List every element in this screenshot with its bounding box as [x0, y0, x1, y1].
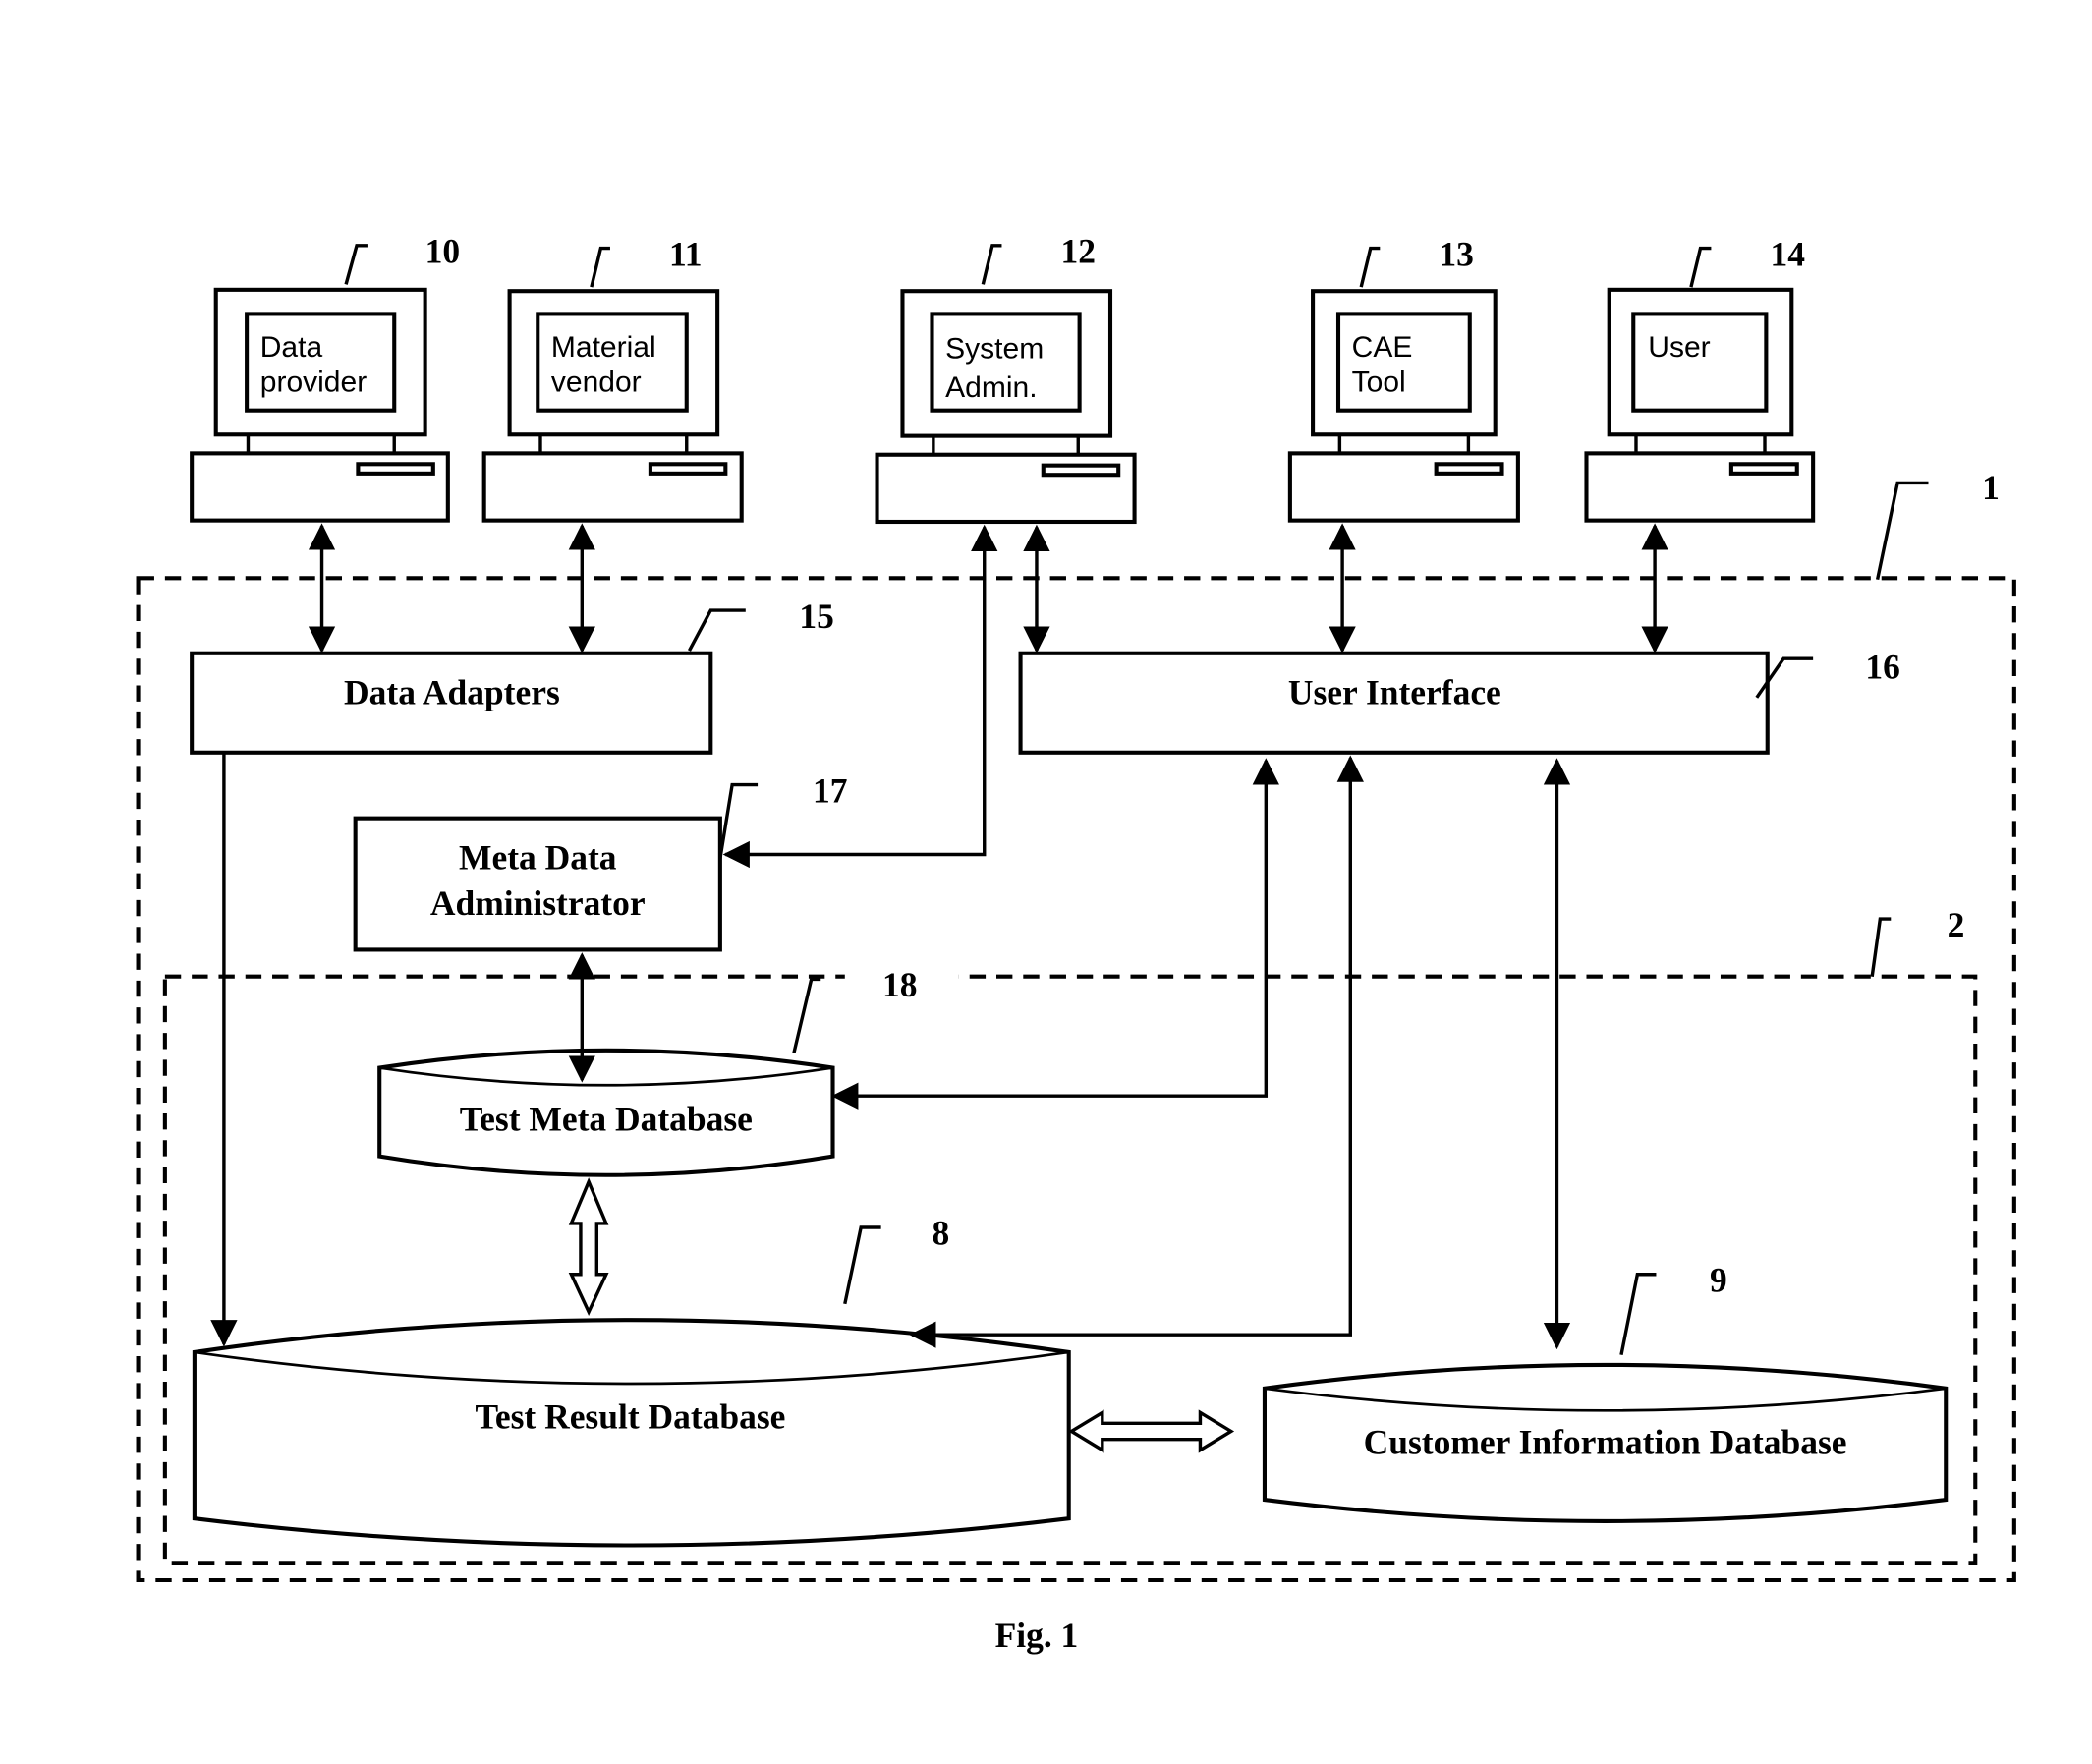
terminal-user[interactable]: User 14 — [1584, 234, 1816, 523]
ref-leader — [1359, 246, 1381, 288]
ref-leader — [718, 782, 759, 859]
meta-data-admin-label-line1: Meta Data — [459, 838, 617, 878]
terminal-label-line1: Material — [551, 331, 656, 364]
ref-number: 10 — [425, 232, 460, 271]
ref-number: 9 — [1710, 1261, 1727, 1300]
hollow-arrow-metadb-resultdb — [568, 1177, 609, 1317]
hollow-arrow-resultdb-customerdb — [1068, 1409, 1235, 1453]
ref-number: 16 — [1865, 648, 1899, 687]
terminal-label-line2: Tool — [1352, 367, 1406, 399]
terminal-label-line2: Admin. — [945, 371, 1037, 404]
ref-leader — [792, 977, 821, 1053]
user-interface-box[interactable]: User Interface — [1018, 651, 1770, 755]
ref-number-system: 1 — [1982, 468, 2000, 507]
meta-data-administrator-box[interactable]: Meta Data Administrator — [353, 816, 722, 952]
terminal-label-line1: CAE — [1352, 331, 1413, 364]
ref-number-database-layer: 2 — [1948, 905, 1965, 944]
customer-information-database-label: Customer Information Database — [1364, 1423, 1847, 1462]
data-adapters-label: Data Adapters — [344, 673, 560, 712]
ref-number: 12 — [1061, 232, 1096, 271]
figure-caption: Fig. 1 — [995, 1616, 1079, 1655]
terminal-label-line1: Data — [260, 331, 323, 364]
terminal-label-line2: provider — [260, 367, 367, 399]
ref-number: 8 — [932, 1214, 949, 1253]
user-interface-label: User Interface — [1288, 673, 1501, 712]
ref-leader — [1689, 246, 1712, 288]
terminal-material-vendor[interactable]: Material vendor 11 — [481, 234, 744, 523]
ref-number: 17 — [813, 770, 847, 810]
terminal-system-admin[interactable]: System Admin. 12 — [875, 232, 1137, 525]
ref-number: 13 — [1439, 234, 1473, 273]
test-meta-database[interactable]: Test Meta Database — [377, 1048, 835, 1177]
terminal-label-line1: User — [1648, 331, 1710, 364]
terminal-cae-tool[interactable]: CAE Tool 13 — [1287, 234, 1520, 523]
ref-leader — [687, 608, 746, 652]
system-diagram: Data provider 10 Material vendor 11 Syst… — [136, 232, 2016, 1655]
ref-leader-system — [1875, 481, 1929, 581]
ref-leader — [344, 244, 368, 285]
data-adapters-box[interactable]: Data Adapters — [190, 651, 713, 755]
ref-leader-database-layer — [1870, 917, 1892, 977]
meta-data-admin-label-line2: Administrator — [430, 883, 646, 923]
test-result-database[interactable]: Test Result Database — [192, 1318, 1071, 1548]
connector-ui-resultdb — [909, 755, 1364, 1348]
ref-leader — [1619, 1273, 1657, 1356]
terminal-label-line1: System — [945, 332, 1044, 365]
ref-leader — [981, 244, 1002, 285]
ref-number: 14 — [1770, 234, 1805, 273]
terminal-data-provider[interactable]: Data provider 10 — [190, 232, 460, 523]
ref-number: 15 — [799, 597, 833, 636]
ref-leader — [843, 1225, 881, 1305]
ref-number: 11 — [669, 234, 703, 273]
customer-information-database[interactable]: Customer Information Database — [1262, 1362, 1949, 1523]
ref-leader — [590, 246, 610, 288]
ref-number: 18 — [882, 965, 917, 1004]
test-meta-database-label: Test Meta Database — [460, 1100, 753, 1139]
test-result-database-label: Test Result Database — [475, 1397, 785, 1437]
connector-ui-metadb — [831, 758, 1279, 1110]
terminal-label-line2: vendor — [551, 367, 642, 399]
